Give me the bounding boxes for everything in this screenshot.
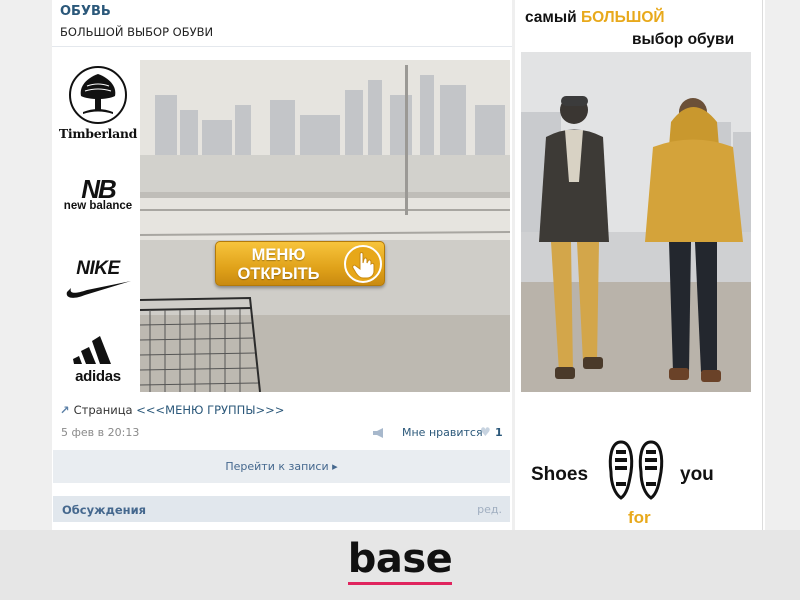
post-date[interactable]: 5 фев в 20:13 <box>61 426 139 439</box>
like-count: 1 <box>495 426 503 439</box>
adidas-logo: adidas <box>57 332 139 392</box>
menu-button-line1: МЕНЮ <box>251 246 306 264</box>
link-arrow-icon: ↗ <box>60 403 70 417</box>
footprints-icon <box>608 440 664 500</box>
megaphone-icon[interactable] <box>372 427 386 439</box>
brand-logos: Timberland NB new balance NIKE adidas <box>57 60 139 390</box>
discussions-edit-link[interactable]: ред. <box>477 503 502 516</box>
nike-label: NIKE <box>76 258 120 279</box>
city-background-image <box>140 60 510 392</box>
promo-highlight: БОЛЬШОЙ <box>580 9 665 26</box>
adidas-label: adidas <box>75 368 121 385</box>
timberland-label: Timberland <box>58 126 138 141</box>
promo-line2: выбор обуви <box>632 31 735 48</box>
pointing-hand-icon <box>344 245 382 283</box>
shoes-for-you-for: for <box>628 508 651 527</box>
menu-group-link[interactable]: <<<МЕНЮ ГРУППЫ>>> <box>136 403 284 417</box>
heart-icon[interactable]: ♥ <box>480 426 491 438</box>
new-balance-label: new balance <box>63 200 133 212</box>
base-logo: base <box>347 536 453 582</box>
two-men-walking-image <box>521 52 751 392</box>
page-prefix: Страница <box>73 403 133 417</box>
nike-swoosh-icon <box>66 281 131 298</box>
discussions-header: Обсуждения ред. <box>53 496 510 522</box>
timberland-tree-icon <box>69 66 127 124</box>
base-logo-underline <box>348 582 452 585</box>
discussions-title[interactable]: Обсуждения <box>62 503 146 517</box>
new-balance-mark: NB <box>81 174 117 204</box>
adidas-stripes-icon <box>73 336 111 364</box>
column-divider <box>762 0 763 530</box>
promo-line1: самый БОЛЬШОЙ <box>525 9 665 27</box>
like-label[interactable]: Мне нравится <box>402 426 483 439</box>
promo-line1-text: самый <box>525 9 581 26</box>
shoes-for-you-shoes: Shoes <box>531 464 589 485</box>
menu-page-link[interactable]: ↗ Страница <<<МЕНЮ ГРУППЫ>>> <box>60 403 284 417</box>
new-balance-logo: NB new balance <box>57 174 139 223</box>
group-subtitle: БОЛЬШОЙ ВЫБОР ОБУВИ <box>60 25 214 39</box>
go-to-post-button[interactable]: Перейти к записи ▸ <box>53 450 510 483</box>
menu-button-line2: ОТКРЫТЬ <box>237 265 320 283</box>
group-title[interactable]: ОБУВЬ <box>60 4 111 19</box>
nike-logo: NIKE <box>57 258 139 303</box>
open-menu-button[interactable]: МЕНЮ ОТКРЫТЬ <box>215 241 385 286</box>
go-to-post-label: Перейти к записи ▸ <box>225 460 338 473</box>
shoes-for-you-you: you <box>680 464 714 485</box>
header-divider <box>52 46 512 47</box>
timberland-logo: Timberland <box>57 66 139 150</box>
